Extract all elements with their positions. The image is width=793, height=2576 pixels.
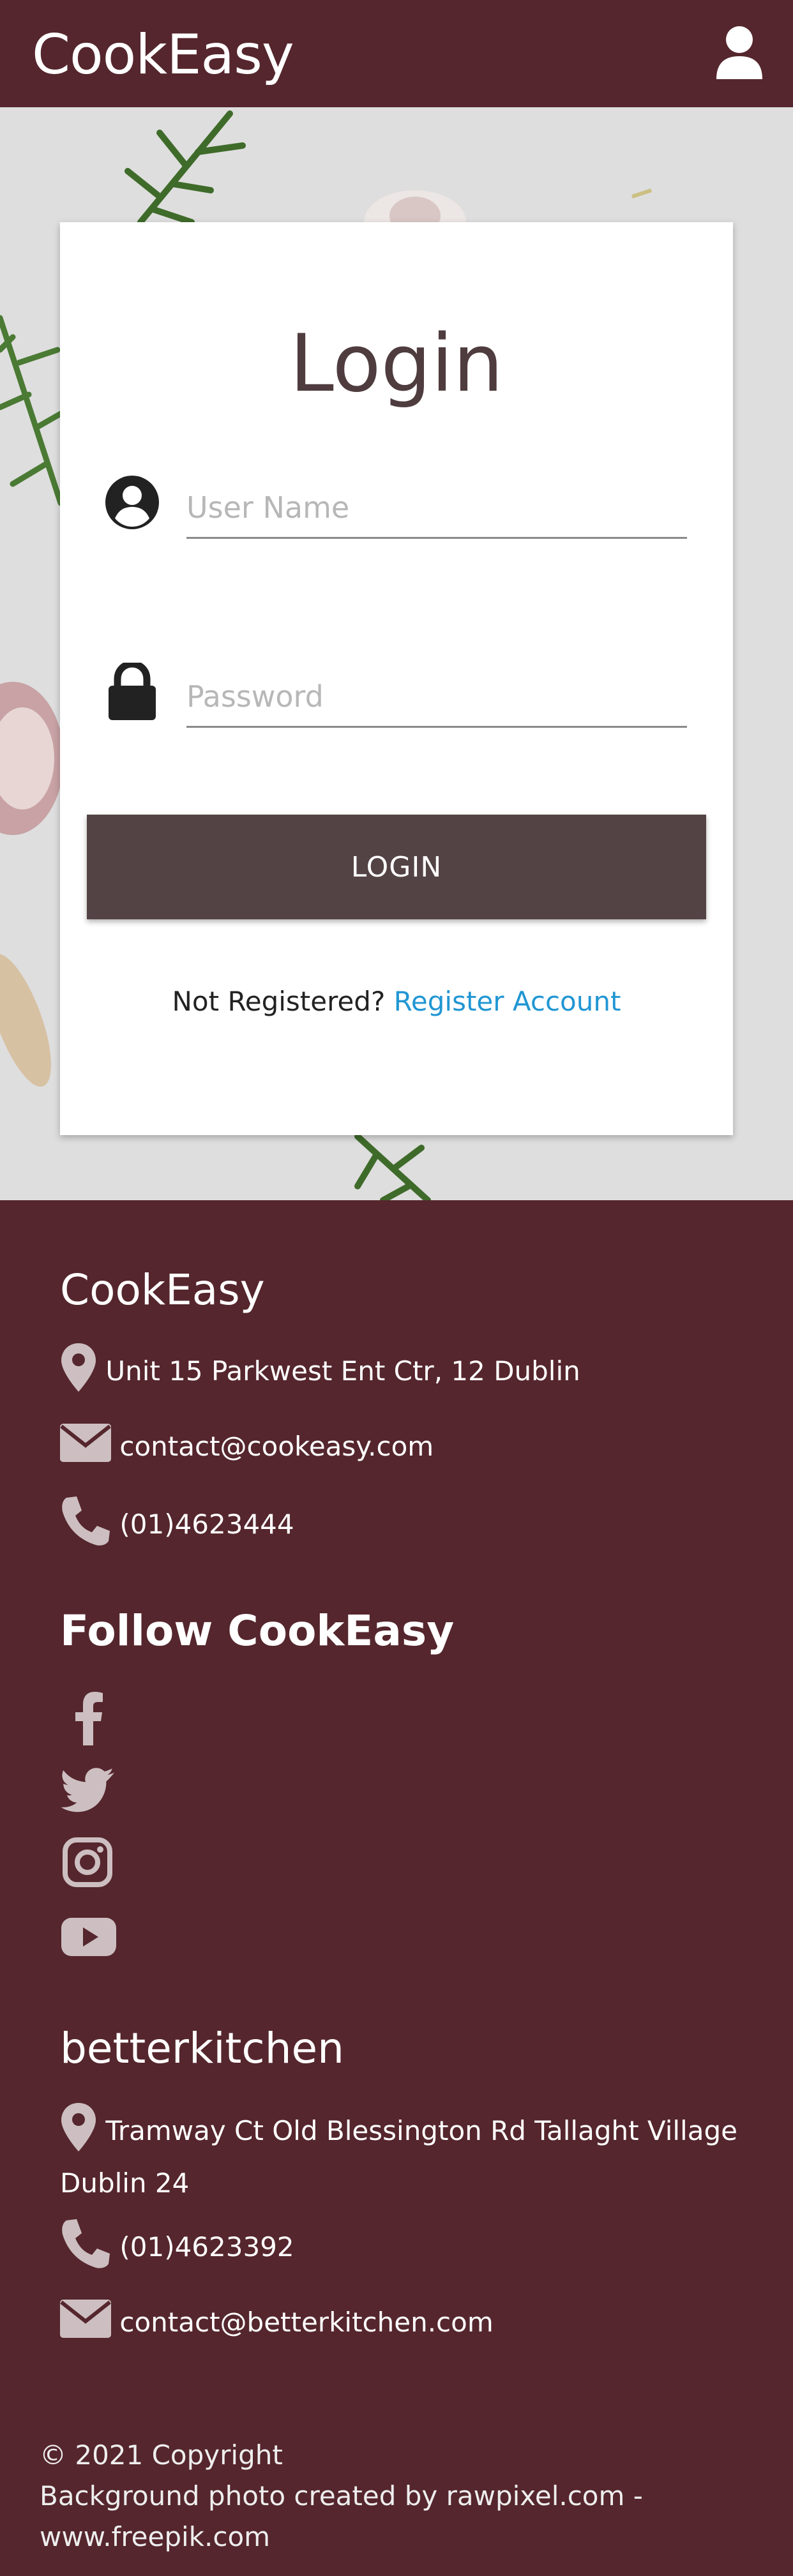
facebook-icon[interactable] <box>60 1689 117 1747</box>
instagram-icon[interactable] <box>60 1835 117 1892</box>
footer-email-2: contact@betterkitchen.com <box>60 2300 494 2349</box>
password-input[interactable] <box>186 664 687 725</box>
youtube-icon[interactable] <box>60 1908 117 1965</box>
phone-icon <box>60 2218 111 2280</box>
footer-cookeasy-title: CookEasy <box>60 1265 265 1314</box>
footer: CookEasy Unit 15 Parkwest Ent Ctr, 12 Du… <box>0 1200 793 2576</box>
credit-line: Background photo created by rawpixel.com… <box>40 2480 643 2512</box>
not-registered-text: Not Registered? <box>172 986 386 1017</box>
footer-phone-2: (01)4623392 <box>60 2218 294 2280</box>
login-title: Login <box>289 318 504 410</box>
footer-address: Unit 15 Parkwest Ent Ctr, 12 Dublin <box>60 1342 580 1404</box>
login-card: Login LOGIN Not Registered? Register Acc… <box>60 222 733 1135</box>
lock-icon <box>105 660 160 720</box>
copyright-line: © 2021 Copyright <box>40 2439 283 2471</box>
username-field[interactable] <box>186 475 687 539</box>
user-icon[interactable] <box>714 26 765 79</box>
footer-betterkitchen-title: betterkitchen <box>60 2024 344 2073</box>
login-button[interactable]: LOGIN <box>87 815 706 919</box>
password-field[interactable] <box>186 664 687 728</box>
twitter-icon[interactable] <box>60 1762 117 1819</box>
footer-phone: (01)4623444 <box>60 1495 294 1557</box>
register-account-link[interactable]: Register Account <box>394 986 621 1017</box>
credit-link[interactable]: www.freepik.com <box>40 2517 742 2557</box>
account-circle-icon <box>105 475 160 530</box>
register-prompt: Not Registered? Register Account <box>60 986 733 1017</box>
phone-icon <box>60 1495 111 1557</box>
footer-email: contact@cookeasy.com <box>60 1424 434 1473</box>
footer-address-2: Tramway Ct Old Blessington Rd Tallaght V… <box>60 2102 750 2203</box>
map-marker-icon <box>60 1342 97 1404</box>
copyright: © 2021 Copyright Background photo create… <box>40 2435 742 2557</box>
footer-follow-title: Follow CookEasy <box>60 1606 455 1655</box>
username-input[interactable] <box>186 475 687 536</box>
map-marker-icon <box>60 2102 97 2164</box>
top-navbar: CookEasy <box>0 0 793 107</box>
envelope-icon <box>60 1424 111 1473</box>
envelope-icon <box>60 2300 111 2349</box>
brand-logo[interactable]: CookEasy <box>32 23 294 87</box>
